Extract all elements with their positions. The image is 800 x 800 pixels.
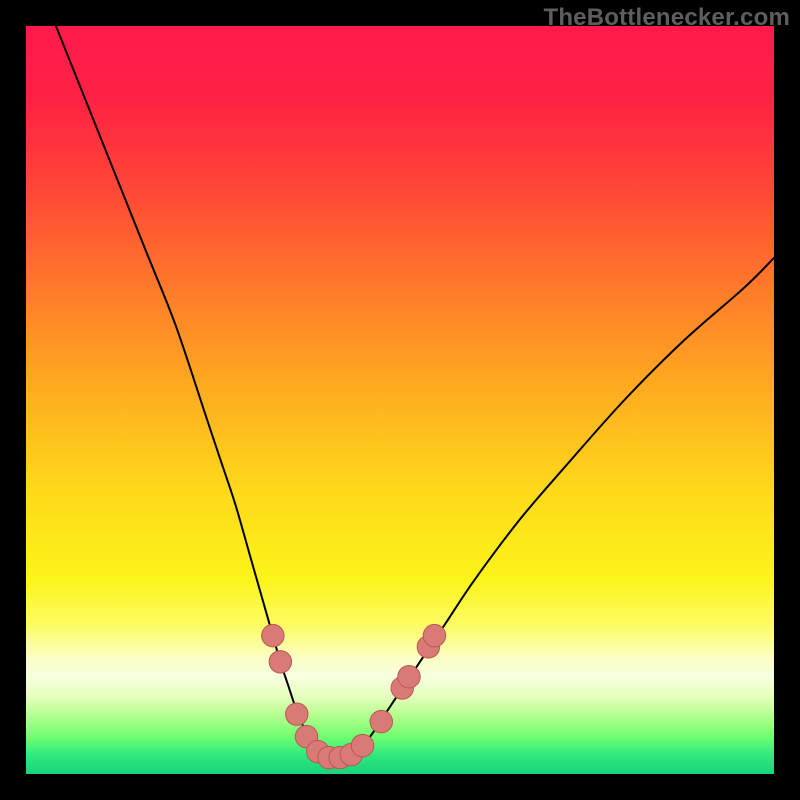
marker-point [262, 624, 284, 646]
bottleneck-curve [56, 26, 774, 759]
marker-point [351, 734, 373, 756]
marker-point [423, 624, 445, 646]
marker-point [370, 710, 392, 732]
chart-frame: TheBottlenecker.com [0, 0, 800, 800]
marker-point [398, 666, 420, 688]
marker-point [286, 703, 308, 725]
plot-area [26, 26, 774, 774]
chart-overlay [26, 26, 774, 774]
bottleneck-markers [262, 624, 446, 768]
marker-point [269, 651, 291, 673]
